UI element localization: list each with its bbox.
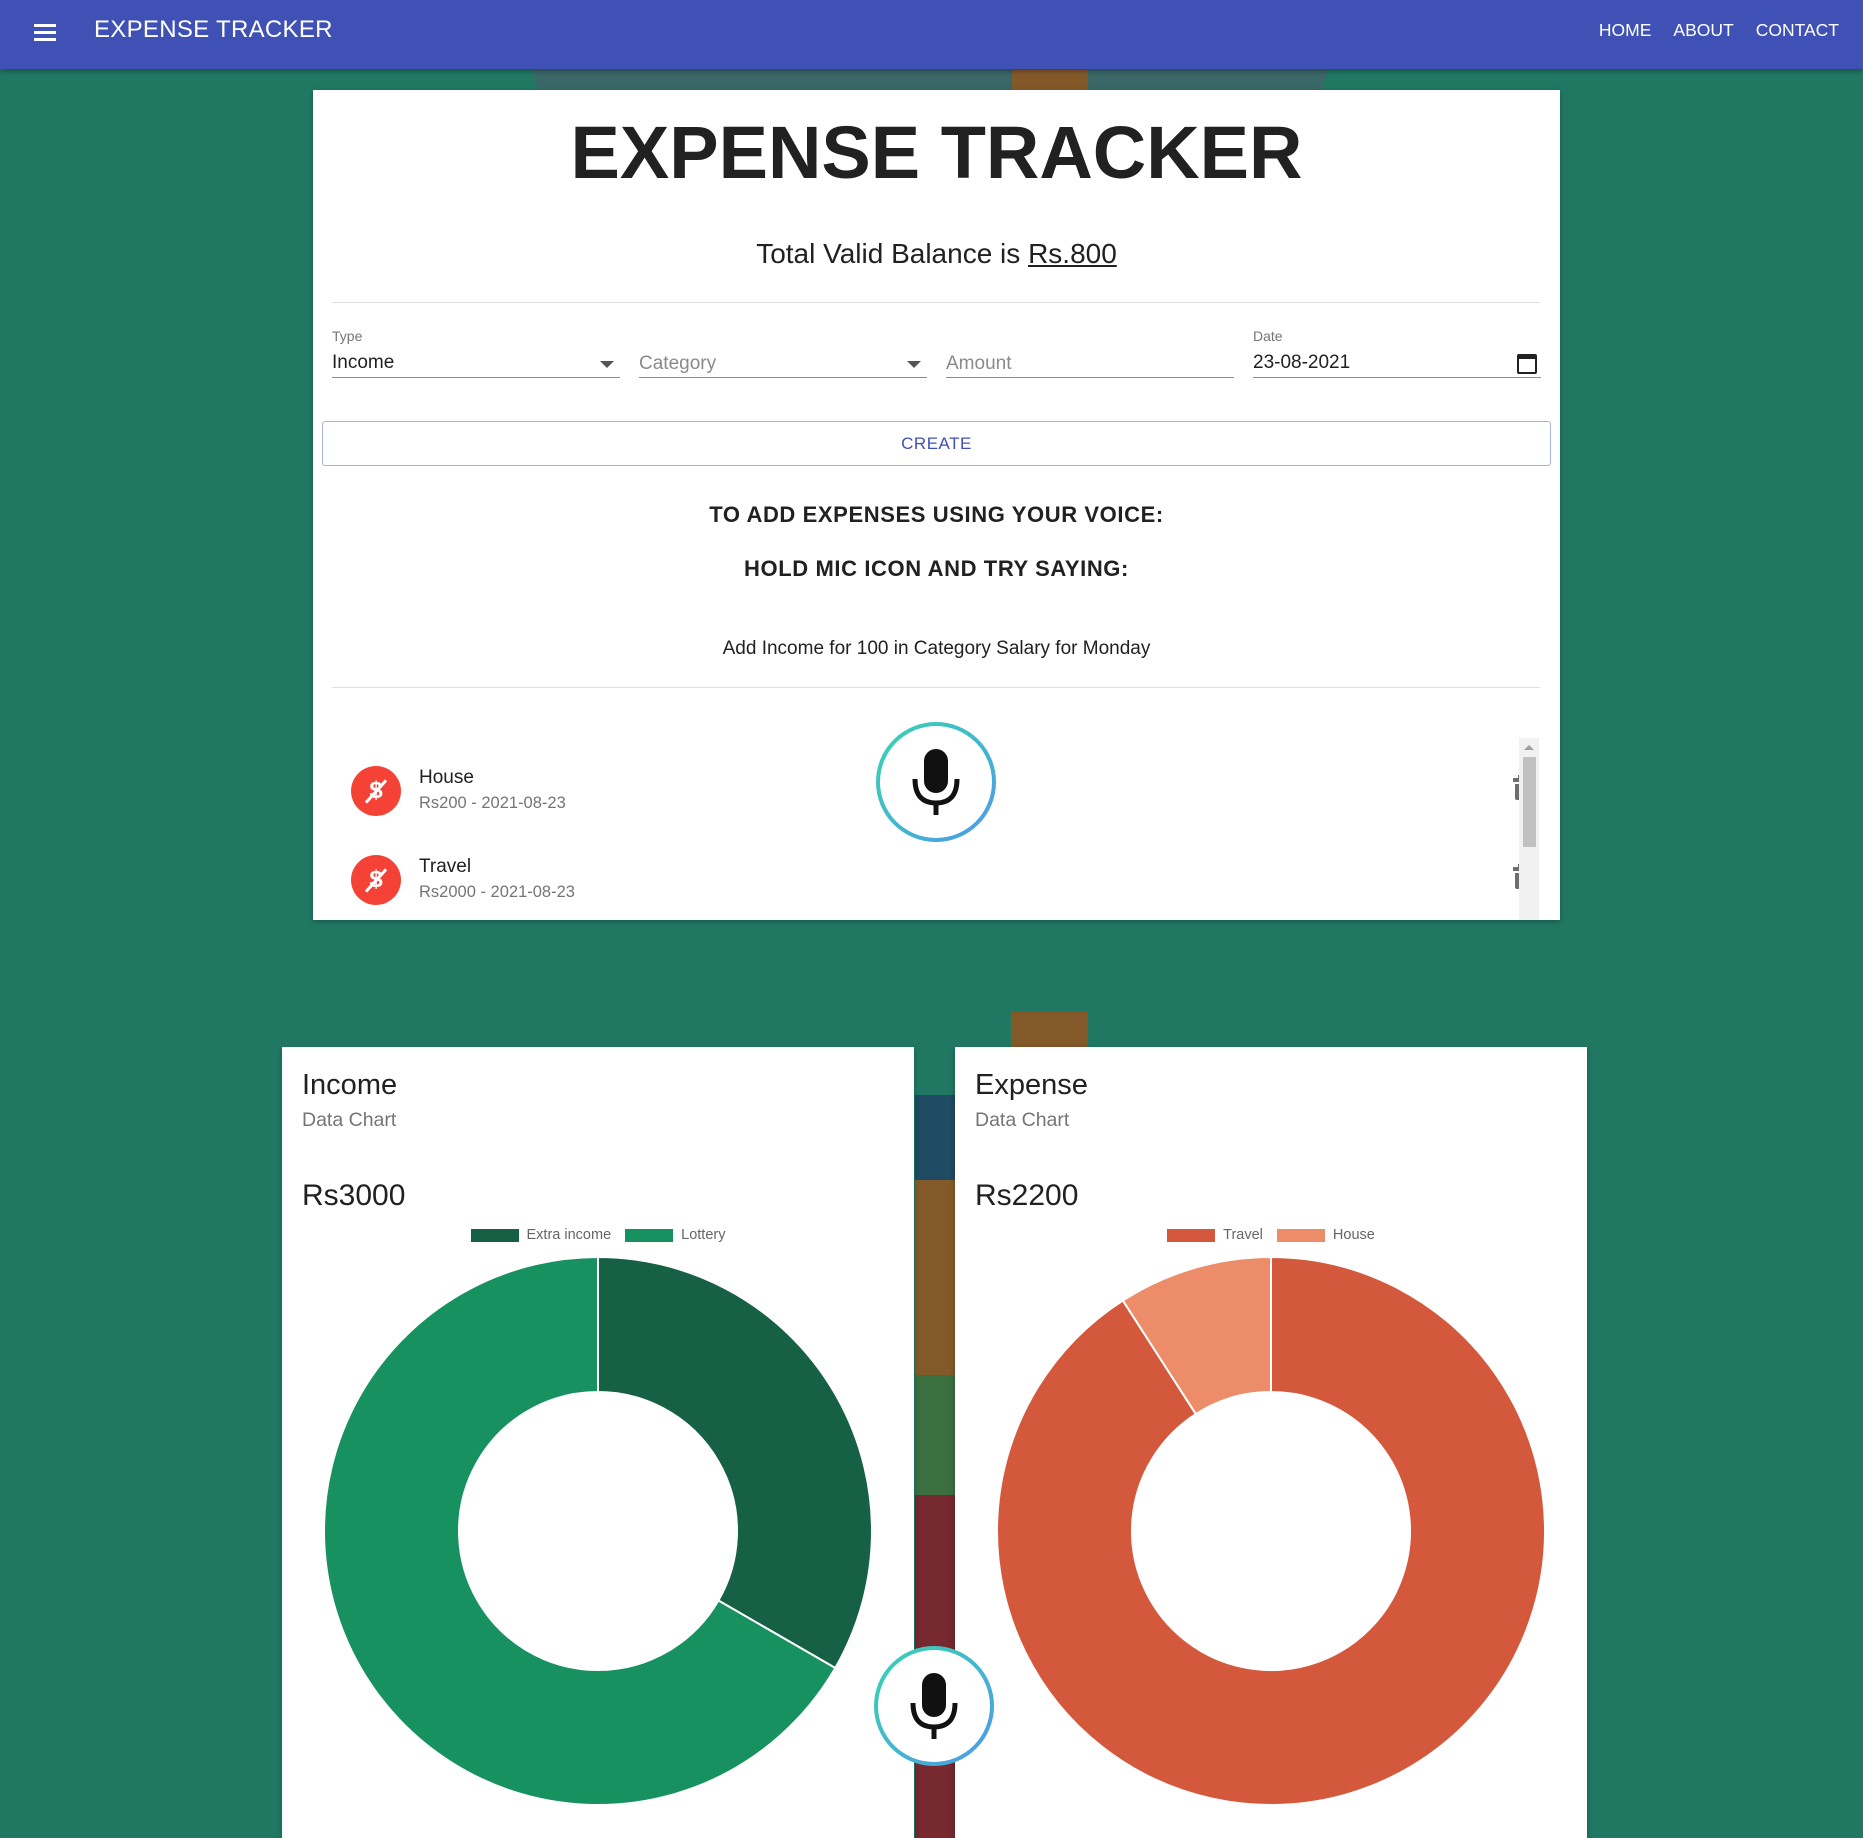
date-input[interactable]: Date 23-08-2021 xyxy=(1253,328,1541,378)
microphone-icon xyxy=(912,749,960,815)
microphone-icon xyxy=(910,1673,958,1739)
expense-total: Rs2200 xyxy=(975,1179,1079,1212)
voice-instruction-subheading: HOLD MIC ICON AND TRY SAYING: xyxy=(744,556,1129,581)
dropdown-arrow-icon xyxy=(600,361,614,368)
voice-example-text: Add Income for 100 in Category Salary fo… xyxy=(722,638,1151,659)
money-off-icon: $ xyxy=(351,766,401,816)
date-value: 23-08-2021 xyxy=(1253,352,1351,373)
transaction-name: House xyxy=(419,767,474,788)
balance-label: Total Valid Balance is xyxy=(756,238,1029,269)
dropdown-arrow-icon xyxy=(907,361,921,368)
nav-about-link[interactable]: ABOUT xyxy=(1673,20,1733,41)
app-title: EXPENSE TRACKER xyxy=(94,16,333,43)
balance-text: Total Valid Balance is Rs.800 xyxy=(313,238,1560,270)
nav-contact-link[interactable]: CONTACT xyxy=(1756,20,1839,41)
type-value: Income xyxy=(332,352,395,373)
legend-label: Lottery xyxy=(681,1227,726,1243)
legend-item[interactable]: Travel xyxy=(1167,1227,1263,1243)
legend-label: Extra income xyxy=(526,1227,612,1243)
top-nav: HOME ABOUT CONTACT xyxy=(1599,20,1839,41)
expense-card-subtitle: Data Chart xyxy=(975,1109,1070,1131)
legend-item[interactable]: House xyxy=(1276,1227,1375,1243)
menu-icon[interactable] xyxy=(34,24,56,42)
calendar-icon[interactable] xyxy=(1517,354,1537,374)
nav-home-link[interactable]: HOME xyxy=(1599,20,1652,41)
donut-slice-extra-income[interactable] xyxy=(597,1255,873,1670)
page-title: EXPENSE TRACKER xyxy=(570,111,1303,194)
amount-input[interactable]: Amount xyxy=(946,328,1234,378)
legend-label: Travel xyxy=(1223,1227,1263,1243)
app-bar: EXPENSE TRACKER HOME ABOUT CONTACT xyxy=(0,0,1863,69)
category-select[interactable]: Category xyxy=(639,328,927,378)
expense-card-title: Expense xyxy=(975,1069,1088,1101)
mic-button[interactable] xyxy=(876,722,996,842)
transaction-detail: Rs200 - 2021-08-23 xyxy=(419,794,566,812)
transaction-item: $ Travel Rs2000 - 2021-08-23 xyxy=(351,851,1531,920)
list-scrollbar-thumb[interactable] xyxy=(1523,757,1536,847)
balance-amount: Rs.800 xyxy=(1028,238,1117,269)
amount-placeholder: Amount xyxy=(946,353,1012,374)
date-label: Date xyxy=(1253,328,1283,344)
legend-label: House xyxy=(1332,1227,1375,1243)
legend-item[interactable]: Extra income xyxy=(470,1227,612,1243)
legend-item[interactable]: Lottery xyxy=(625,1227,725,1243)
legend-swatch xyxy=(625,1228,674,1242)
background-shape xyxy=(1011,1012,1088,1052)
expense-donut-chart xyxy=(996,1255,1546,1806)
scroll-up-arrow-icon[interactable] xyxy=(1524,745,1534,750)
income-card-title: Income xyxy=(302,1069,398,1101)
create-button[interactable]: CREATE xyxy=(322,421,1551,466)
type-label: Type xyxy=(332,328,363,344)
divider xyxy=(332,302,1540,303)
money-off-icon: $ xyxy=(351,855,401,905)
income-legend: Extra income Lottery xyxy=(282,1227,914,1243)
income-card-subtitle: Data Chart xyxy=(302,1109,397,1131)
category-placeholder: Category xyxy=(639,353,717,374)
mic-button[interactable] xyxy=(874,1646,994,1766)
legend-swatch xyxy=(1167,1228,1216,1242)
legend-swatch xyxy=(1276,1228,1325,1242)
transaction-detail: Rs2000 - 2021-08-23 xyxy=(419,883,575,901)
divider xyxy=(332,687,1540,688)
income-total: Rs3000 xyxy=(302,1179,406,1212)
type-select[interactable]: Type Income xyxy=(332,328,620,378)
income-donut-chart xyxy=(323,1255,873,1806)
legend-swatch xyxy=(470,1228,519,1242)
expense-legend: Travel House xyxy=(955,1227,1587,1243)
expense-chart-card: Expense Data Chart Rs2200 Travel House xyxy=(955,1047,1587,1838)
income-chart-card: Income Data Chart Rs3000 Extra income Lo… xyxy=(282,1047,914,1838)
transaction-name: Travel xyxy=(419,856,472,877)
voice-instruction-heading: TO ADD EXPENSES USING YOUR VOICE: xyxy=(709,502,1164,527)
